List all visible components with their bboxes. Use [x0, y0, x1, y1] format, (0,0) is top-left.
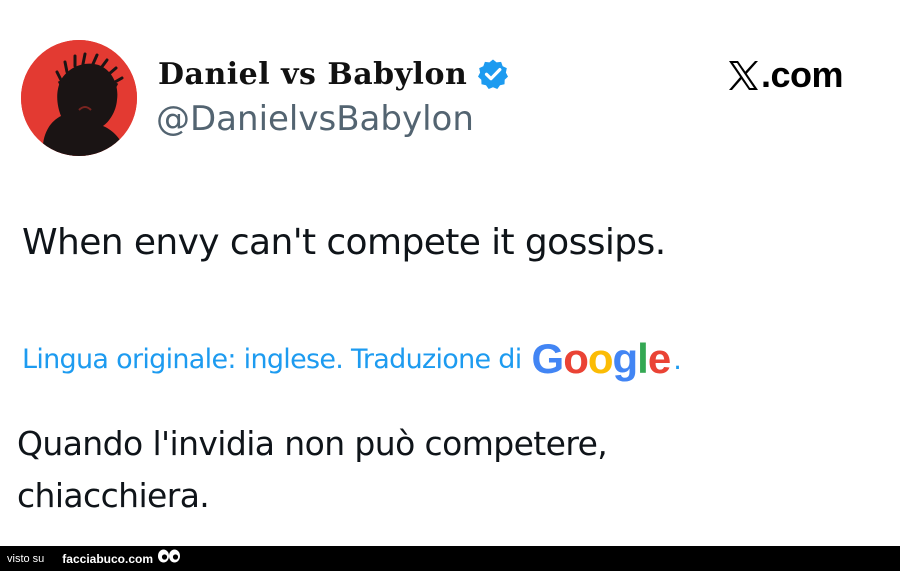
translation-label[interactable]: Lingua originale: inglese. Traduzione di [22, 344, 522, 375]
translation-suffix: . [673, 345, 682, 376]
tweet-text: When envy can't compete it gossips. [22, 222, 666, 263]
x-logo-icon [727, 59, 760, 92]
author-handle[interactable]: @DanielvsBabylon [156, 99, 474, 139]
translation-attribution: Lingua originale: inglese. Traduzione di… [22, 336, 682, 382]
footer-site[interactable]: facciabuco.com [62, 552, 153, 566]
verified-badge-icon [477, 58, 509, 90]
author-display-name-row: Daniel vs Babylon [158, 54, 509, 94]
silhouette-crown-of-thorns-icon [21, 40, 137, 156]
x-brand: .com [727, 52, 844, 98]
x-brand-domain: .com [761, 54, 844, 95]
author-display-name[interactable]: Daniel vs Babylon [158, 57, 467, 92]
avatar[interactable] [21, 40, 137, 156]
watermark-footer: visto su facciabuco.com [0, 546, 900, 571]
footer-prefix: visto su [7, 552, 45, 565]
translated-tweet-text: Quando l'invidia non può competere, chia… [17, 424, 608, 515]
eyes-icon [157, 548, 181, 564]
google-logo: Google [531, 335, 672, 382]
